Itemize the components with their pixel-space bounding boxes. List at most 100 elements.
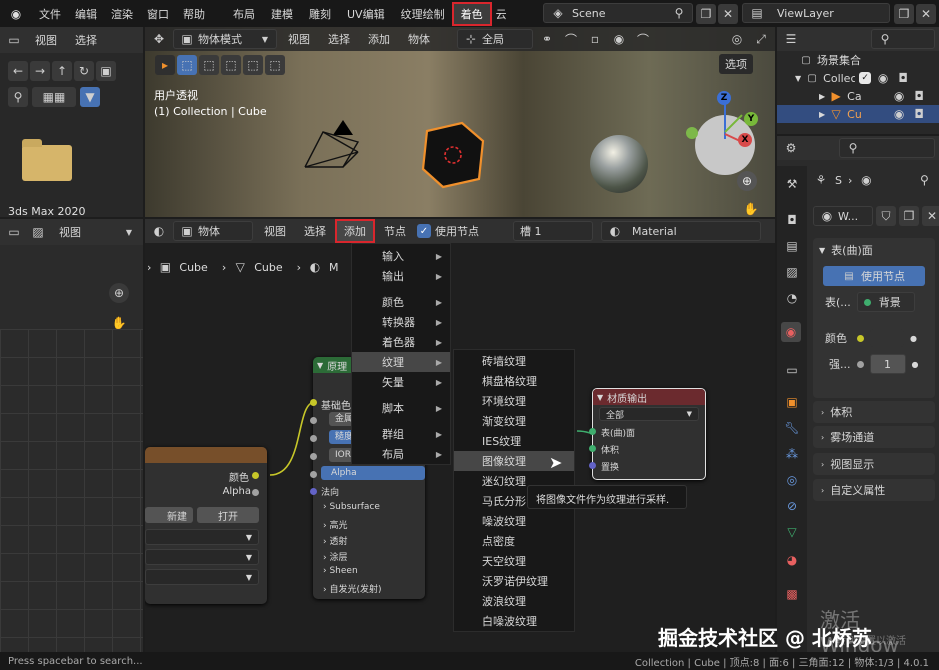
menu-render[interactable]: 渲染 — [104, 6, 140, 22]
object-tab-icon[interactable]: ▣ — [782, 392, 802, 412]
image-grid[interactable] — [0, 329, 143, 652]
editor-type-icon[interactable]: ▭ — [4, 222, 24, 242]
world-tab-icon[interactable]: ◉ — [781, 322, 801, 342]
editor-type-icon[interactable]: ⚙ — [781, 138, 801, 158]
pin-icon[interactable]: ⚲ — [672, 3, 686, 23]
tab-layout[interactable]: 布局 — [226, 6, 262, 22]
color-swatch[interactable] — [870, 329, 904, 347]
custom-properties-panel[interactable]: › 自定义属性 — [813, 479, 935, 501]
metallic-socket[interactable] — [310, 417, 317, 424]
collection-row[interactable]: ▼ ▢ Collec ✓ ◉ ◘ — [777, 69, 939, 87]
outliner-search[interactable]: ⚲ — [871, 29, 935, 49]
constraints-tab-icon[interactable]: ⊘ — [782, 496, 802, 516]
camera-row[interactable]: ▶ ▶ Ca ◉ ◘ — [777, 87, 939, 105]
gizmo-neg-x[interactable] — [686, 127, 698, 139]
pan-hand-icon[interactable]: ✋ — [741, 199, 761, 217]
texture-tab-icon[interactable]: ▩ — [782, 584, 802, 604]
tool-tab-icon[interactable]: ⚒ — [782, 174, 802, 194]
texture-item-voronoi[interactable]: 沃罗诺伊纹理 — [454, 571, 574, 591]
output-displacement-input[interactable]: 置换 — [601, 460, 619, 473]
tab-modeling[interactable]: 建模 — [264, 6, 300, 22]
menu-view[interactable]: 视图 — [28, 32, 64, 48]
texture-item-wave[interactable]: 波浪纹理 — [454, 591, 574, 611]
delete-view-layer-icon[interactable]: ✕ — [916, 4, 936, 24]
image-editor-menu-view[interactable]: 视图 — [52, 224, 88, 240]
menu-select[interactable]: 选择 — [68, 32, 104, 48]
snap-icon[interactable]: ⌒ — [561, 29, 581, 49]
add-menu-item-texture[interactable]: 纹理 ▶ — [352, 352, 450, 372]
back-arrow-icon[interactable]: ← — [8, 61, 28, 81]
output-tab-icon[interactable]: ▤ — [782, 236, 802, 256]
visibility-eye-icon[interactable]: ◉ — [891, 104, 907, 124]
new-view-layer-icon[interactable]: ❐ — [894, 4, 914, 24]
transform-orientation[interactable]: ⊹ 全局 — [457, 29, 533, 49]
select-tool-icon[interactable]: ▸ — [155, 55, 175, 75]
coat-panel[interactable]: › 涂层 — [323, 550, 347, 563]
subsurface-panel[interactable]: › Subsurface — [323, 502, 380, 512]
tab-texture-paint[interactable]: 纹理绘制 — [394, 6, 452, 22]
refresh-icon[interactable]: ↻ — [74, 61, 94, 81]
particles-tab-icon[interactable]: ⁂ — [782, 444, 802, 464]
volume-panel[interactable]: › 体积 — [813, 401, 935, 423]
gizmo-y[interactable]: Y — [744, 112, 758, 126]
select-box-icon[interactable]: ⬚ — [177, 55, 197, 75]
menu-edit[interactable]: 编辑 — [68, 6, 104, 22]
unlink-icon[interactable]: ✕ — [922, 206, 939, 226]
add-menu-item-vector[interactable]: 矢量 ▶ — [352, 372, 450, 392]
select-intersect-icon[interactable]: ⬚ — [265, 55, 285, 75]
alpha-field[interactable]: Alpha — [321, 466, 425, 480]
node-editor[interactable]: ◐ ▣ 物体 视图 选择 添加 节点 ✓ 使用节点 槽 1 ◐ Material… — [145, 219, 775, 652]
data-tab-icon[interactable]: ▽ — [782, 522, 802, 542]
texture-item-white-noise[interactable]: 白噪波纹理 — [454, 611, 574, 631]
view-layer-selector[interactable]: ▤ ViewLayer — [742, 3, 890, 23]
menu-help[interactable]: 帮助 — [176, 6, 212, 22]
scene-selector[interactable]: ◈ Scene ⚲ — [543, 3, 693, 23]
select-subtract-icon[interactable]: ⬚ — [221, 55, 241, 75]
tab-shading[interactable]: 着色 — [451, 1, 492, 26]
roughness-socket[interactable] — [310, 435, 317, 442]
transmission-panel[interactable]: › 透射 — [323, 534, 347, 547]
editor-type-icon[interactable]: ▭ — [4, 30, 24, 50]
surface-socket[interactable] — [589, 428, 596, 435]
texture-item-noise[interactable]: 噪波纹理 — [454, 511, 574, 531]
duplicate-icon[interactable]: ❐ — [899, 206, 919, 226]
display-mode-icon[interactable]: ▦▦ — [32, 87, 76, 107]
properties-search[interactable]: ⚲ — [839, 138, 935, 158]
output-target-dropdown[interactable]: 全部 ▼ — [599, 407, 699, 421]
new-folder-icon[interactable]: ▣ — [96, 61, 116, 81]
render-camera-icon[interactable]: ◘ — [911, 104, 927, 124]
editor-type-icon[interactable]: ☰ — [781, 29, 801, 49]
chevron-down-icon[interactable]: ▼ — [119, 222, 139, 242]
base-color-socket[interactable] — [310, 399, 317, 406]
physics-tab-icon[interactable]: ◎ — [782, 470, 802, 490]
render-camera-icon[interactable]: ◘ — [895, 68, 911, 88]
output-surface-input[interactable]: 表(曲)面 — [601, 426, 635, 439]
viewport-display-panel[interactable]: › 视图显示 — [813, 453, 935, 475]
sheen-panel[interactable]: › Sheen — [323, 566, 358, 576]
menu-file[interactable]: 文件 — [32, 6, 68, 22]
scene-collection-row[interactable]: ▢ 场景集合 — [777, 51, 939, 69]
tab-uv-editing[interactable]: UV编辑 — [340, 6, 392, 22]
cube-object[interactable] — [417, 119, 487, 191]
world-selector[interactable]: ◉ W... — [813, 206, 873, 226]
delete-scene-icon[interactable]: ✕ — [718, 4, 738, 24]
tab-more[interactable]: 云 — [492, 6, 511, 22]
surface-panel-header[interactable]: ▼ 表(曲)面 — [813, 238, 935, 262]
folder-icon[interactable] — [22, 139, 72, 181]
add-menu-item-script[interactable]: 脚本 ▶ — [352, 398, 450, 418]
visibility-icon[interactable]: ◎ — [727, 29, 747, 49]
viewport-menu-object[interactable]: 物体 — [401, 31, 437, 47]
normal-input[interactable]: 法向 — [321, 485, 339, 498]
texture-item-brick[interactable]: 砖墙纹理 — [454, 351, 574, 371]
filter-icon[interactable]: ▼ — [80, 87, 100, 107]
add-menu-item-input[interactable]: 输入 ▶ — [352, 246, 450, 266]
collection-tab-icon[interactable]: ▭ — [782, 360, 802, 380]
gizmo-x[interactable]: X — [738, 133, 752, 147]
material-tab-icon[interactable]: ◕ — [782, 550, 802, 570]
mist-pass-panel[interactable]: › 雾场通道 — [813, 426, 935, 448]
modifier-tab-icon[interactable]: 🔧︎ — [782, 418, 802, 438]
texture-item-ies[interactable]: IES纹理 — [454, 431, 574, 451]
texture-item-gradient[interactable]: 渐变纹理 — [454, 411, 574, 431]
hdri-sphere[interactable] — [590, 135, 648, 193]
add-menu-item-layout[interactable]: 布局 ▶ — [352, 444, 450, 464]
